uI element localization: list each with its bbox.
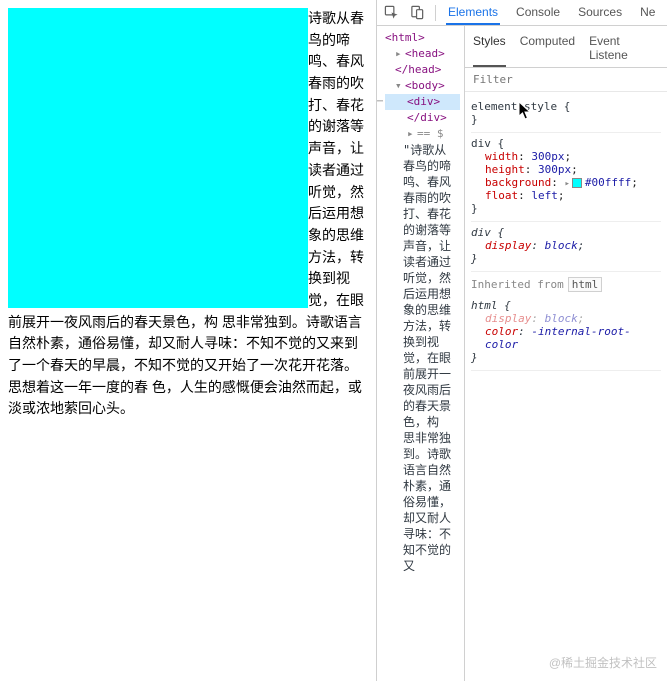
styles-pane: Styles Computed Event Listene element.st… (465, 26, 667, 681)
dom-html[interactable]: <html> (385, 31, 425, 44)
rendered-page: 诗歌从春鸟的啼鸣、春风春雨的吹打、春花的谢落等声音，让读者通过听觉，然后运用想象… (0, 0, 376, 681)
dom-head-close[interactable]: </head> (395, 63, 441, 76)
rule-div-ua[interactable]: div { display: block; } (471, 222, 661, 272)
color-swatch[interactable] (572, 178, 582, 188)
subtab-styles[interactable]: Styles (473, 30, 506, 67)
dom-head[interactable]: <head> (405, 47, 445, 60)
subtab-computed[interactable]: Computed (520, 30, 575, 67)
watermark: @稀土掘金技术社区 (549, 654, 657, 671)
rule-element-style[interactable]: element.style { } (471, 96, 661, 133)
dom-tree[interactable]: ⋯ <html> ▸<head> </head> ▾<body> <div> <… (377, 26, 465, 681)
tab-network[interactable]: Ne (638, 0, 657, 25)
dom-text-node[interactable]: "诗歌从春鸟的啼鸣、春风春雨的吹打、春花的谢落等声音，让读者通过听觉，然后运用想… (385, 142, 460, 574)
rule-html-ua[interactable]: html { display: block; color: -internal-… (471, 295, 661, 371)
tab-console[interactable]: Console (514, 0, 562, 25)
dom-body[interactable]: <body> (405, 79, 445, 92)
inherited-separator: Inherited fromhtml (471, 272, 661, 295)
filter-input[interactable] (465, 68, 667, 91)
dom-div[interactable]: <div> (407, 95, 440, 108)
gutter-dots: ⋯ (377, 94, 382, 110)
dom-eq: == $ (417, 127, 444, 140)
tab-elements[interactable]: Elements (446, 0, 500, 25)
styles-subtabs: Styles Computed Event Listene (465, 26, 667, 68)
tab-sources[interactable]: Sources (576, 0, 624, 25)
devtools-panel: Elements Console Sources Ne ⋯ <html> ▸<h… (376, 0, 667, 681)
devtools-tabs: Elements Console Sources Ne (446, 0, 657, 25)
dom-div-close[interactable]: </div> (407, 111, 447, 124)
cyan-box (8, 8, 308, 308)
subtab-events[interactable]: Event Listene (589, 30, 659, 67)
filter-row (465, 68, 667, 92)
style-rules: element.style { } div { width: 300px; he… (465, 92, 667, 375)
inspect-icon[interactable] (383, 5, 399, 21)
divider (435, 5, 436, 21)
device-icon[interactable] (409, 5, 425, 21)
rule-div-main[interactable]: div { width: 300px; height: 300px; backg… (471, 133, 661, 222)
devtools-toolbar: Elements Console Sources Ne (377, 0, 667, 26)
